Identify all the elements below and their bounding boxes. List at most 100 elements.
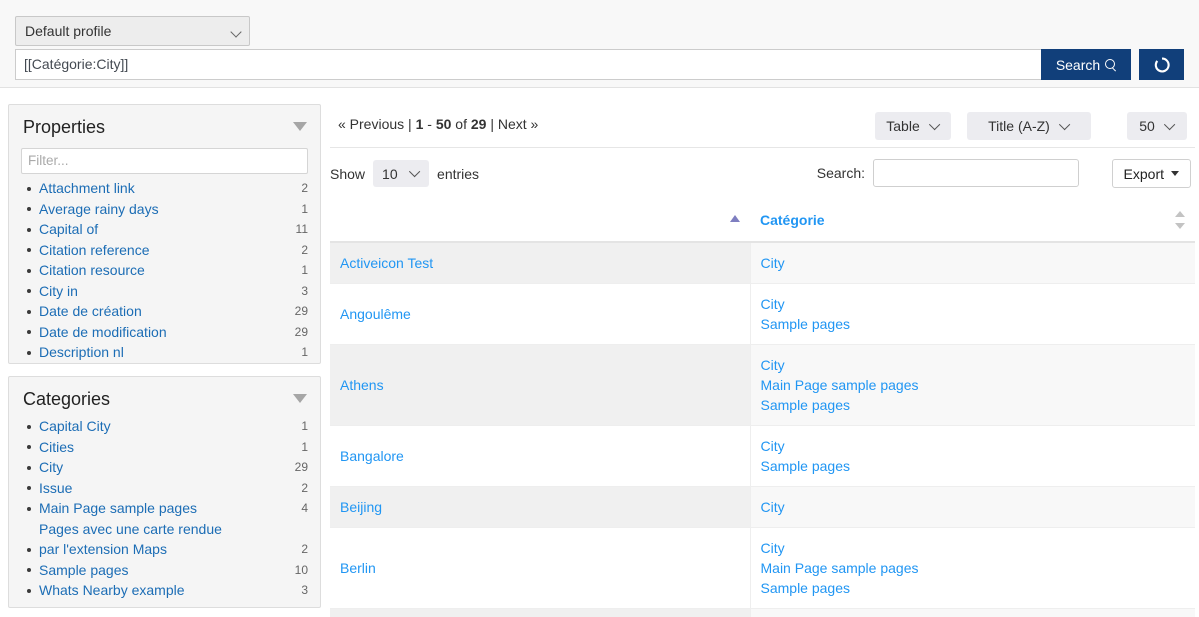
category-item-label[interactable]: Whats Nearby example [39, 582, 185, 598]
category-item-count: 29 [294, 460, 308, 474]
category-link[interactable]: Sample pages [761, 395, 1186, 415]
format-select[interactable]: Table [875, 112, 951, 140]
properties-title: Properties [23, 117, 106, 137]
query-row: [[Catégorie:City]] Search [15, 49, 1184, 80]
results-table: Catégorie Activeicon Test City Angoulême Ci… [330, 198, 1195, 617]
chevron-down-icon [408, 165, 421, 178]
cell-categories: City [749, 608, 1195, 617]
triangle-down-icon[interactable] [293, 394, 307, 403]
property-item: Date de modification 29 [27, 322, 308, 343]
export-button-label: Export [1123, 165, 1164, 182]
entries-select[interactable]: 10 [373, 160, 430, 187]
category-item-label[interactable]: Main Page sample pages [39, 500, 197, 516]
category-item-count: 4 [301, 501, 308, 515]
category-link[interactable]: City [761, 538, 1186, 558]
property-item: Citation resource 1 [27, 260, 308, 281]
category-item-label[interactable]: Sample pages [39, 562, 129, 578]
category-item: City 29 [27, 457, 308, 478]
pager-dash: - [427, 116, 432, 132]
triangle-down-icon[interactable] [293, 122, 307, 131]
property-item: City in 3 [27, 281, 308, 302]
pager-range-from: 1 [415, 116, 424, 132]
cell-categories: City Main Page sample pages Sample pages [749, 527, 1195, 609]
chevron-down-icon [1163, 118, 1176, 131]
table-row: Bangalore City Sample pages [330, 425, 1195, 487]
category-item-label[interactable]: par l'extension Maps [39, 541, 167, 557]
category-item-label[interactable]: Issue [39, 480, 72, 496]
cell-title: Beijing [330, 486, 750, 528]
table-row: Berlin City Main Page sample pages Sample p… [330, 527, 1195, 609]
search-toolbar: Default profile [[Catégorie:City]] Searc… [0, 0, 1199, 88]
property-item-label[interactable]: Attachment link [39, 180, 135, 196]
export-button[interactable]: Export [1111, 159, 1191, 188]
table-search-input[interactable] [873, 159, 1079, 187]
next-link[interactable]: Next » [498, 116, 538, 132]
caret-down-icon [1171, 171, 1179, 176]
cell-categories: City [749, 242, 1195, 284]
profile-select[interactable]: Default profile [15, 16, 250, 46]
category-link[interactable]: Sample pages [761, 578, 1186, 598]
page-link[interactable]: Angoulême [340, 306, 411, 322]
property-item-label[interactable]: Citation resource [39, 262, 145, 278]
cell-title: Angoulême [330, 283, 750, 345]
property-item-label[interactable]: Average rainy days [39, 201, 159, 217]
sort-none-icon [1175, 211, 1185, 229]
category-item: Whats Nearby example 3 [27, 580, 308, 601]
property-item-label[interactable]: Date de création [39, 303, 142, 319]
show-label: Show [330, 165, 366, 182]
category-item-label[interactable]: Pages avec une carte rendue [39, 519, 308, 540]
property-item: Average rainy days 1 [27, 199, 308, 220]
results-area: « Previous | 1 - 50 of 29 | Next » Table… [330, 104, 1195, 617]
column-header-title[interactable] [330, 198, 750, 243]
property-item-label[interactable]: Capital of [39, 221, 98, 237]
category-item-label[interactable]: City [39, 459, 63, 475]
chevron-down-icon [928, 118, 940, 131]
column-header-categorie[interactable]: Catégorie [750, 198, 1195, 243]
property-item-count: 29 [295, 363, 308, 364]
search-button[interactable]: Search [1041, 49, 1131, 80]
properties-panel-header: Properties [9, 105, 320, 142]
properties-list: Attachment link 2 Average rainy days 1 Capit… [9, 178, 320, 364]
category-item-label[interactable]: Capital City [39, 418, 111, 434]
page-link[interactable]: Activeicon Test [340, 255, 433, 271]
category-item: Cities 1 [27, 437, 308, 458]
property-item-label[interactable]: Date de modification [39, 324, 167, 340]
chevron-down-icon [230, 26, 242, 38]
chevron-down-icon [1058, 118, 1071, 131]
query-input[interactable]: [[Catégorie:City]] [15, 49, 1041, 80]
column-header-categorie-label: Catégorie [760, 211, 825, 228]
properties-filter-input[interactable]: Filter... [21, 148, 308, 174]
category-link[interactable]: City [761, 355, 1186, 375]
properties-panel: Properties Filter... Attachment link 2 Ave… [8, 104, 321, 364]
page-link[interactable]: Beijing [340, 499, 382, 515]
category-link[interactable]: Sample pages [761, 456, 1186, 476]
cell-categories: City Sample pages [749, 425, 1195, 487]
category-link[interactable]: City [761, 253, 1186, 273]
property-item-label[interactable]: Description nl [39, 344, 124, 360]
page-link[interactable]: Athens [340, 377, 384, 393]
page-link[interactable]: Berlin [340, 560, 376, 576]
previous-link[interactable]: « Previous [338, 116, 404, 132]
category-item-count: 3 [301, 583, 308, 597]
category-link[interactable]: Main Page sample pages [761, 558, 1186, 578]
sort-select[interactable]: Title (A-Z) [967, 112, 1091, 140]
refresh-button[interactable] [1139, 49, 1184, 80]
category-link[interactable]: City [761, 294, 1186, 314]
category-link[interactable]: City [761, 436, 1186, 456]
category-item: Issue 2 [27, 478, 308, 499]
cell-categories: City Main Page sample pages Sample pages [749, 344, 1195, 426]
property-item-label[interactable]: Citation reference [39, 242, 150, 258]
categories-panel: Categories Capital City 1 Cities 1 City 29 Iss… [8, 376, 321, 608]
property-item-label[interactable]: City in [39, 283, 78, 299]
limit-select[interactable]: 50 [1127, 112, 1187, 140]
sort-ascending-icon [730, 215, 740, 222]
table-search-control: Search: [817, 159, 1079, 187]
entries-select-value: 10 [382, 165, 398, 182]
category-link[interactable]: City [761, 497, 1186, 517]
category-item-label[interactable]: Cities [39, 439, 74, 455]
category-link[interactable]: Sample pages [761, 314, 1186, 334]
cell-title: Activeicon Test [330, 242, 750, 284]
category-link[interactable]: Main Page sample pages [761, 375, 1186, 395]
categories-panel-header: Categories [9, 377, 320, 414]
page-link[interactable]: Bangalore [340, 448, 404, 464]
